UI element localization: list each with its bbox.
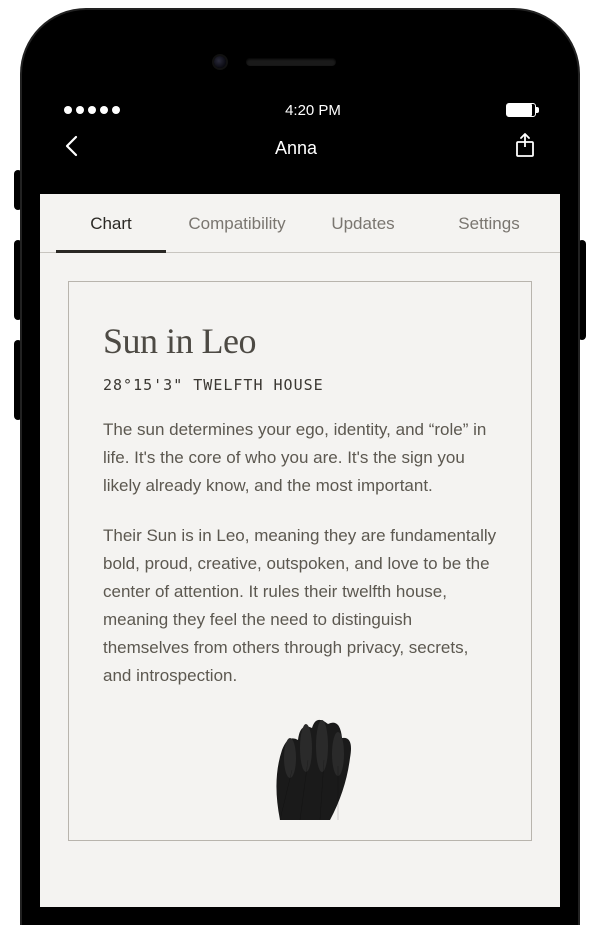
phone-frame: 4:20 PM Anna Chart (22, 10, 578, 925)
card-coordinates: 28°15'3" TWELFTH HOUSE (103, 376, 497, 394)
phone-sensor-cluster (264, 56, 336, 68)
tab-updates[interactable]: Updates (300, 194, 426, 252)
card-container: Sun in Leo 28°15'3" TWELFTH HOUSE The su… (40, 253, 560, 869)
card-title: Sun in Leo (103, 320, 497, 362)
share-button[interactable] (514, 133, 536, 164)
tab-compatibility[interactable]: Compatibility (174, 194, 300, 252)
phone-volume-up (14, 240, 22, 320)
back-button[interactable] (64, 133, 78, 164)
hand-icon (220, 710, 380, 820)
earpiece-speaker (246, 58, 336, 66)
status-time: 4:20 PM (285, 102, 341, 119)
card-paragraph-2: Their Sun is in Leo, meaning they are fu… (103, 522, 497, 690)
phone-screen: 4:20 PM Anna Chart (40, 28, 560, 907)
tab-chart[interactable]: Chart (48, 194, 174, 252)
chevron-left-icon (64, 135, 78, 157)
front-camera (214, 56, 226, 68)
card-paragraph-1: The sun determines your ego, identity, a… (103, 416, 497, 500)
phone-power-button (578, 240, 586, 340)
tab-settings[interactable]: Settings (426, 194, 552, 252)
share-icon (514, 133, 536, 159)
signal-strength-icon (64, 106, 120, 114)
tab-bar: Chart Compatibility Updates Settings (40, 194, 560, 253)
battery-icon (506, 103, 536, 117)
phone-mute-switch (14, 170, 22, 210)
reading-card: Sun in Leo 28°15'3" TWELFTH HOUSE The su… (68, 281, 532, 841)
content-sheet: Chart Compatibility Updates Settings Sun… (40, 194, 560, 907)
hand-illustration (103, 710, 497, 820)
navigation-bar: Anna (40, 122, 560, 174)
phone-volume-down (14, 340, 22, 420)
status-bar: 4:20 PM (40, 98, 560, 122)
nav-title: Anna (275, 138, 317, 159)
